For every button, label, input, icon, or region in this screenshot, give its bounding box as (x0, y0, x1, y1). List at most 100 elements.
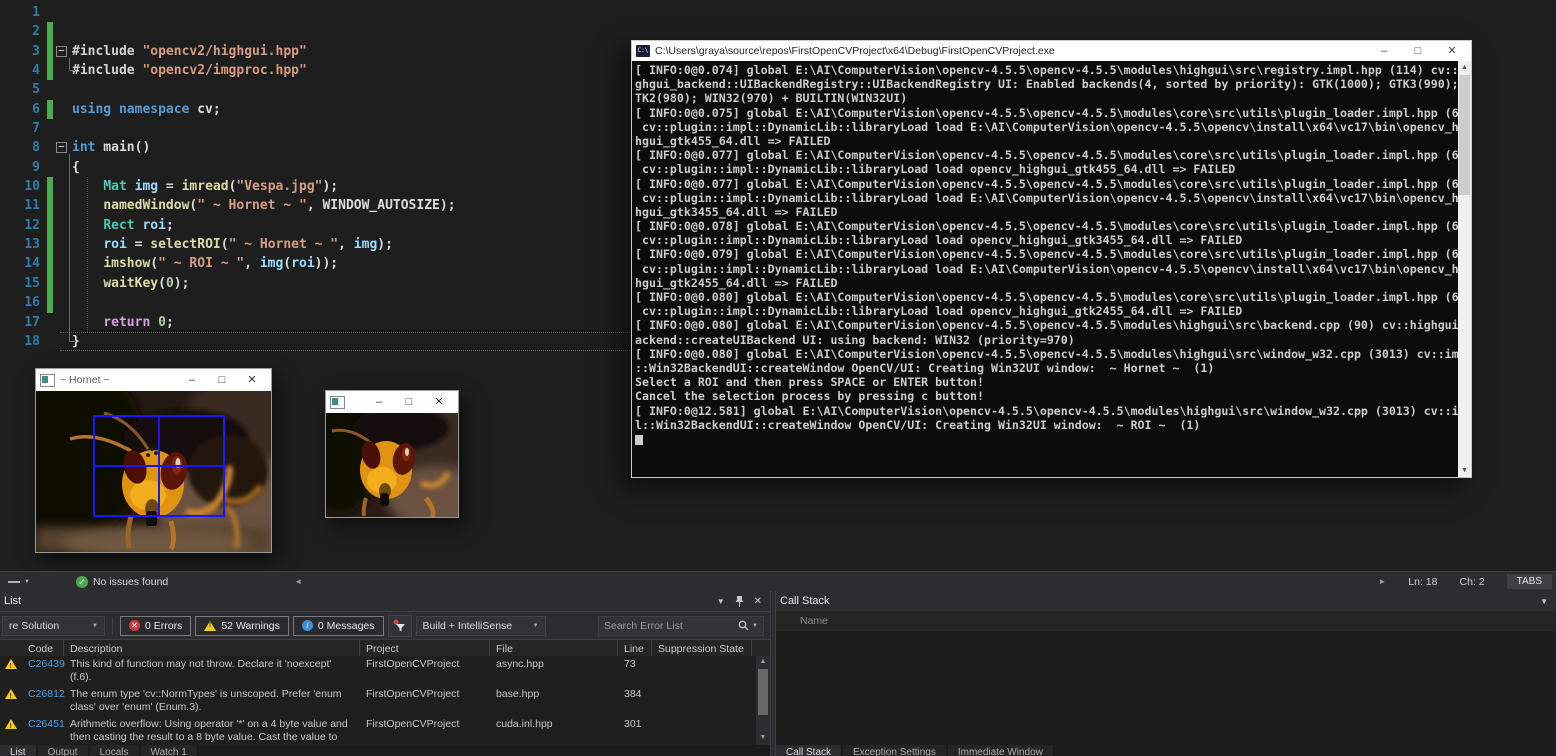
warning-code-link[interactable]: C26439 (22, 656, 64, 686)
console-line: hgui_gtk455_64.dll => FAILED (635, 134, 1458, 148)
warning-icon (5, 719, 17, 729)
roi-image[interactable] (326, 413, 458, 517)
cmd-icon: C:\ (636, 45, 650, 57)
window-position-icon[interactable]: ▼ (717, 597, 725, 606)
hornet-maximize-button[interactable]: □ (207, 369, 237, 391)
chevron-down-icon[interactable]: ▼ (752, 623, 758, 629)
tab-list[interactable]: List (0, 745, 36, 756)
roi-window-titlebar[interactable]: – □ ✕ (326, 391, 458, 413)
scroll-up-icon[interactable]: ▲ (756, 656, 770, 668)
window-position-icon[interactable]: ▼ (1540, 597, 1548, 606)
column-header-suppression-state[interactable]: Suppression State (652, 640, 752, 657)
scroll-down-icon[interactable]: ▼ (1458, 464, 1471, 477)
code-line[interactable]: 12 Rect roi; (0, 216, 640, 235)
code-line[interactable]: 5 (0, 80, 640, 99)
search-error-list-input[interactable]: Search Error List ▼ (598, 616, 764, 636)
hornet-minimize-button[interactable]: – (177, 369, 207, 391)
hornet-close-button[interactable]: ✕ (237, 369, 267, 391)
close-icon[interactable]: ✕ (754, 596, 762, 607)
messages-filter-button[interactable]: i 0 Messages (293, 616, 384, 636)
scope-filter-dropdown[interactable]: re Solution ▼ (2, 616, 105, 636)
hornet-window-titlebar[interactable]: ~ Hornet ~ – □ ✕ (36, 369, 271, 391)
code-line[interactable]: 13 roi = selectROI(" ~ Hornet ~ ", img); (0, 235, 640, 254)
tab-exception-settings[interactable]: Exception Settings (843, 745, 946, 756)
code-line[interactable]: 1 (0, 3, 640, 22)
column-header-icon[interactable] (0, 640, 22, 657)
call-stack-titlebar[interactable]: Call Stack ▼ (776, 591, 1556, 611)
cv-window-hornet[interactable]: ~ Hornet ~ – □ ✕ (35, 368, 272, 553)
column-header-description[interactable]: Description (64, 640, 360, 657)
call-stack-name-column[interactable]: Name (776, 611, 1556, 632)
code-line[interactable]: 6using namespace cv; (0, 100, 640, 119)
cv-window-roi[interactable]: – □ ✕ (325, 390, 459, 518)
tab-locals[interactable]: Locals (90, 745, 139, 756)
warning-description: This kind of function may not throw. Dec… (64, 656, 360, 686)
scroll-down-icon[interactable]: ▼ (756, 732, 770, 744)
code-line[interactable]: 15 waitKey(0); (0, 274, 640, 293)
console-line: Cancel the selection process by pressing… (635, 389, 1458, 403)
roi-selection-rect[interactable] (93, 415, 225, 517)
error-list-row[interactable]: C26812The enum type 'cv::NormTypes' is u… (0, 686, 756, 716)
error-list-titlebar[interactable]: List ▼ ✕ (0, 591, 770, 611)
console-output[interactable]: [ INFO:0@0.074] global E:\AI\ComputerVis… (632, 61, 1458, 477)
tab-watch-1[interactable]: Watch 1 (141, 745, 197, 756)
code-line[interactable]: 8–int main() (0, 138, 640, 157)
console-titlebar[interactable]: C:\ C:\Users\graya\source\repos\FirstOpe… (632, 41, 1471, 61)
code-line[interactable]: 17 return 0; (0, 313, 640, 332)
warning-file: async.hpp (490, 656, 618, 686)
code-line[interactable]: 3–#include "opencv2/highgui.hpp" (0, 42, 640, 61)
code-line[interactable]: 10 Mat img = imread("Vespa.jpg"); (0, 177, 640, 196)
console-cursor (635, 435, 643, 445)
code-line[interactable]: 4#include "opencv2/imgproc.hpp" (0, 61, 640, 80)
console-scrollbar[interactable]: ▲ ▼ (1458, 61, 1471, 477)
warning-icon (5, 689, 17, 699)
errors-filter-button[interactable]: ✕ 0 Errors (120, 616, 191, 636)
warning-code-link[interactable]: C26812 (22, 686, 64, 716)
column-header-code[interactable]: Code (22, 640, 64, 657)
code-line[interactable]: 14 imshow(" ~ ROI ~ ", img(roi)); (0, 254, 640, 273)
code-line[interactable]: 16 (0, 293, 640, 312)
column-header-line[interactable]: Line (618, 640, 652, 657)
roi-close-button[interactable]: ✕ (424, 391, 454, 413)
scroll-up-icon[interactable]: ▲ (1458, 61, 1471, 74)
no-issues-status[interactable]: No issues found (93, 576, 168, 588)
console-line: hgui_gtk2455_64.dll => FAILED (635, 276, 1458, 290)
tabs-mode-button[interactable]: TABS (1507, 574, 1552, 589)
tab-call-stack[interactable]: Call Stack (776, 745, 841, 756)
call-stack-body[interactable] (776, 631, 1556, 745)
hornet-image[interactable] (36, 391, 271, 552)
collapse-left-icon[interactable]: ◄ (294, 577, 302, 586)
column-header-project[interactable]: Project (360, 640, 490, 657)
warning-icon (5, 659, 17, 669)
code-cleanup-widget[interactable]: ▼ (8, 579, 30, 585)
console-scrollbar-thumb[interactable] (1459, 75, 1470, 195)
tab-output[interactable]: Output (38, 745, 88, 756)
error-list-row[interactable]: C26439This kind of function may not thro… (0, 656, 756, 686)
error-list-scrollbar-thumb[interactable] (758, 669, 768, 715)
code-line[interactable]: 18} (0, 332, 640, 351)
error-list-toolbar: re Solution ▼ ✕ 0 Errors 52 Warnings i 0… (0, 611, 770, 639)
column-header-file[interactable]: File (490, 640, 618, 657)
console-window[interactable]: C:\ C:\Users\graya\source\repos\FirstOpe… (631, 40, 1472, 478)
code-line[interactable]: 2 (0, 22, 640, 41)
code-lines[interactable]: 123–#include "opencv2/highgui.hpp"4#incl… (0, 3, 640, 351)
expand-right-icon[interactable]: ► (1378, 577, 1386, 586)
roi-minimize-button[interactable]: – (364, 391, 394, 413)
roi-maximize-button[interactable]: □ (394, 391, 424, 413)
source-filter-dropdown[interactable]: Build + IntelliSense ▼ (416, 616, 546, 636)
column-filter-button[interactable] (388, 615, 412, 637)
console-close-button[interactable]: ✕ (1435, 41, 1469, 61)
code-line[interactable]: 11 namedWindow(" ~ Hornet ~ ", WINDOW_AU… (0, 196, 640, 215)
code-line[interactable]: 9{ (0, 158, 640, 177)
error-list-scrollbar[interactable]: ▲ ▼ (756, 656, 770, 756)
warning-description: The enum type 'cv::NormTypes' is unscope… (64, 686, 360, 716)
pin-icon[interactable] (735, 596, 744, 607)
console-minimize-button[interactable]: – (1367, 41, 1401, 61)
console-maximize-button[interactable]: □ (1401, 41, 1435, 61)
warnings-filter-button[interactable]: 52 Warnings (195, 616, 289, 636)
code-line[interactable]: 7 (0, 119, 640, 138)
tab-immediate-window[interactable]: Immediate Window (948, 745, 1053, 756)
fold-collapse-icon[interactable]: – (56, 142, 67, 153)
fold-collapse-icon[interactable]: – (56, 46, 67, 57)
code-text: waitKey(0); (72, 274, 189, 293)
